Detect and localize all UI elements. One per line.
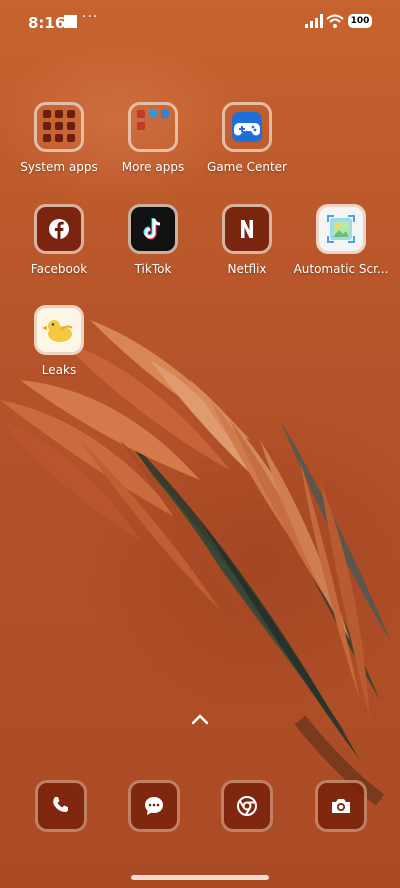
home-indicator[interactable]: [131, 875, 269, 880]
dock-messages-button[interactable]: [128, 780, 180, 832]
mini-app-icon: [137, 110, 145, 118]
netflix-icon: [222, 204, 272, 254]
app-label: Game Center: [207, 160, 287, 174]
mini-app-icon: [67, 110, 75, 118]
chevron-up-icon[interactable]: [190, 712, 210, 726]
app-label: System apps: [20, 160, 98, 174]
app-netflix[interactable]: Netflix: [197, 204, 297, 276]
mini-app-icon: [43, 110, 51, 118]
app-label: Facebook: [30, 262, 88, 276]
dock-chrome-button[interactable]: [221, 780, 273, 832]
mini-app-icon: [67, 134, 75, 142]
gamepad-icon: [222, 102, 272, 152]
folder-icon: [34, 102, 84, 152]
app-label: Automatic Scr...: [293, 262, 389, 276]
dock-phone-button[interactable]: [35, 780, 87, 832]
phone-icon: [53, 797, 68, 812]
mini-app-icon: [43, 134, 51, 142]
facebook-icon: [34, 204, 84, 254]
mini-app-icon: [149, 122, 157, 130]
mini-app-icon: [137, 122, 145, 130]
status-time: 8:16: [28, 14, 66, 32]
signal-icon: [305, 14, 323, 28]
mini-app-icon: [55, 122, 63, 130]
battery-icon: 100: [348, 14, 372, 28]
app-more-apps[interactable]: More apps: [103, 102, 203, 174]
app-label: TikTok: [134, 262, 172, 276]
mini-app-icon: [161, 110, 169, 118]
message-icon: [145, 797, 163, 815]
screenshot-icon: [316, 204, 366, 254]
app-automatic-screenshot[interactable]: Automatic Scr...: [291, 204, 391, 276]
app-label: Leaks: [41, 363, 77, 377]
app-system-apps[interactable]: System apps: [9, 102, 109, 174]
mini-app-icon: [149, 110, 157, 118]
mini-app-icon: [161, 122, 169, 130]
dock-camera-button[interactable]: [315, 780, 367, 832]
mini-app-icon: [43, 122, 51, 130]
mini-app-icon: [55, 134, 63, 142]
mini-app-icon: [67, 122, 75, 130]
status-bar: 8:16 ··· 100: [0, 0, 400, 44]
wifi-icon: [326, 14, 344, 28]
chrome-icon: [237, 796, 257, 816]
app-leaks[interactable]: Leaks: [9, 305, 109, 377]
duck-icon: [34, 305, 84, 355]
app-label: More apps: [121, 160, 185, 174]
app-tiktok[interactable]: TikTok: [103, 204, 203, 276]
folder-icon: [128, 102, 178, 152]
more-dots-icon: ···: [82, 9, 99, 25]
mini-app-icon: [55, 110, 63, 118]
app-game-center[interactable]: Game Center: [197, 102, 297, 174]
app-facebook[interactable]: Facebook: [9, 204, 109, 276]
camera-icon: [332, 799, 350, 813]
tiktok-icon: [128, 204, 178, 254]
notification-square-icon: [64, 15, 77, 28]
app-label: Netflix: [227, 262, 267, 276]
